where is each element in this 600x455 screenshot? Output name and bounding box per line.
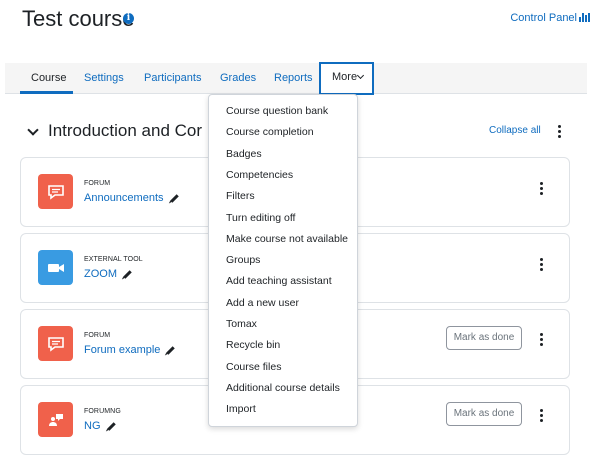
menu-item-course-question-bank[interactable]: Course question bank (226, 103, 328, 119)
activity-name[interactable]: Announcements (84, 192, 164, 204)
chevron-down-icon[interactable] (27, 124, 39, 136)
more-dropdown-menu: Course question bank Course completion B… (208, 94, 358, 427)
tab-reports[interactable]: Reports (274, 63, 313, 93)
tab-participants[interactable]: Participants (144, 63, 201, 93)
video-camera-icon (38, 250, 73, 285)
active-tab-indicator (20, 91, 73, 94)
mark-as-done-button[interactable]: Mark as done (446, 326, 522, 350)
tab-settings[interactable]: Settings (84, 63, 124, 93)
activity-type: EXTERNAL TOOL (84, 256, 143, 263)
tab-more-label[interactable]: More (332, 71, 357, 83)
menu-item-course-completion[interactable]: Course completion (226, 124, 314, 140)
activity-name[interactable]: NG (84, 420, 101, 432)
menu-item-course-files[interactable]: Course files (226, 359, 281, 375)
tab-course[interactable]: Course (31, 63, 66, 93)
course-secondary-nav: Course Settings Participants Grades Repo… (5, 63, 587, 94)
menu-item-competencies[interactable]: Competencies (226, 167, 293, 183)
activity-link[interactable]: Forum example (84, 344, 176, 356)
pencil-icon[interactable] (166, 345, 176, 355)
menu-item-add-new-user[interactable]: Add a new user (226, 295, 299, 311)
menu-item-recycle-bin[interactable]: Recycle bin (226, 337, 280, 353)
menu-item-groups[interactable]: Groups (226, 252, 260, 268)
activity-link[interactable]: Announcements (84, 192, 179, 204)
activity-name[interactable]: ZOOM (84, 268, 117, 280)
forumng-icon (38, 402, 73, 437)
collapse-all-link[interactable]: Collapse all (489, 125, 541, 136)
menu-item-additional-course-details[interactable]: Additional course details (226, 380, 340, 396)
forum-icon (38, 326, 73, 361)
menu-item-import[interactable]: Import (226, 401, 256, 417)
info-icon[interactable]: i (123, 13, 134, 24)
activity-link[interactable]: ZOOM (84, 268, 132, 280)
activity-menu-icon[interactable] (539, 182, 543, 195)
page-title: Test course (22, 6, 135, 31)
activity-link[interactable]: NG (84, 420, 116, 432)
menu-item-turn-editing-off[interactable]: Turn editing off (226, 210, 295, 226)
pencil-icon[interactable] (169, 193, 179, 203)
menu-item-filters[interactable]: Filters (226, 188, 255, 204)
bar-chart-icon (579, 13, 590, 22)
pencil-icon[interactable] (106, 421, 116, 431)
menu-item-add-teaching-assistant[interactable]: Add teaching assistant (226, 273, 332, 289)
activity-menu-icon[interactable] (539, 258, 543, 271)
pencil-icon[interactable] (123, 269, 132, 279)
activity-type: FORUMNG (84, 408, 121, 415)
forum-icon (38, 174, 73, 209)
menu-item-tomax[interactable]: Tomax (226, 316, 257, 332)
menu-item-badges[interactable]: Badges (226, 146, 262, 162)
activity-type: FORUM (84, 332, 111, 339)
mark-as-done-button[interactable]: Mark as done (446, 402, 522, 426)
section-title: Introduction and Cor (48, 121, 203, 140)
menu-item-make-course-not-available[interactable]: Make course not available (226, 231, 348, 247)
activity-menu-icon[interactable] (539, 333, 543, 346)
activity-name[interactable]: Forum example (84, 344, 160, 356)
section-menu-icon[interactable] (557, 125, 561, 138)
activity-menu-icon[interactable] (539, 409, 543, 422)
tab-grades[interactable]: Grades (220, 63, 256, 93)
activity-type: FORUM (84, 180, 111, 187)
control-panel-label[interactable]: Control Panel (510, 12, 577, 24)
control-panel-link[interactable]: Control Panel (510, 12, 590, 24)
